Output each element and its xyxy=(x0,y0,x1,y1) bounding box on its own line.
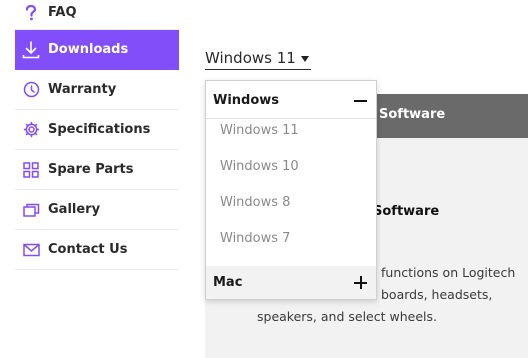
gallery-icon xyxy=(22,201,40,219)
panel-header-title: Software xyxy=(379,107,446,122)
sidebar-item-label: FAQ xyxy=(48,5,77,20)
sidebar-item-warranty[interactable]: Warranty xyxy=(15,70,179,110)
expand-icon xyxy=(354,276,367,289)
sidebar-item-label: Downloads xyxy=(48,42,129,57)
download-icon xyxy=(22,40,40,59)
group-mac[interactable]: Mac xyxy=(206,266,376,299)
sidebar-item-label: Specifications xyxy=(48,122,151,137)
option-windows-7[interactable]: Windows 7 xyxy=(220,231,290,246)
sidebar-item-label: Warranty xyxy=(48,82,117,97)
caret-down-icon xyxy=(300,56,309,62)
sidebar-item-downloads[interactable]: Downloads xyxy=(15,30,179,70)
group-windows-label: Windows xyxy=(213,93,280,108)
sidebar-item-spare-parts[interactable]: Spare Parts xyxy=(15,150,179,190)
sidebar-item-label: Gallery xyxy=(48,202,101,217)
os-version-value: Windows 11 xyxy=(205,49,296,67)
sidebar-nav: FAQ Downloads Warranty Specifications Sp… xyxy=(15,0,179,270)
group-mac-label: Mac xyxy=(213,275,243,290)
option-windows-8[interactable]: Windows 8 xyxy=(220,195,290,210)
sidebar-item-gallery[interactable]: Gallery xyxy=(15,190,179,230)
collapse-icon xyxy=(354,99,367,102)
option-windows-10[interactable]: Windows 10 xyxy=(220,159,299,174)
sidebar-item-label: Contact Us xyxy=(48,242,128,257)
os-version-select[interactable]: Windows 11 xyxy=(205,47,311,70)
os-dropdown-menu: Windows Windows 11 Windows 10 Windows 8 … xyxy=(205,80,377,300)
sidebar-item-label: Spare Parts xyxy=(48,162,134,177)
sidebar-item-faq[interactable]: FAQ xyxy=(15,0,179,30)
group-windows[interactable]: Windows xyxy=(206,83,376,119)
sidebar-item-specifications[interactable]: Specifications xyxy=(15,110,179,150)
question-icon xyxy=(22,4,40,22)
sidebar-item-contact-us[interactable]: Contact Us xyxy=(15,230,179,270)
mail-icon xyxy=(22,241,40,259)
grid-icon xyxy=(22,161,40,179)
software-title: Software xyxy=(373,204,440,219)
warranty-icon xyxy=(22,81,40,99)
gear-icon xyxy=(22,121,40,139)
description-line: speakers, and select wheels. xyxy=(257,309,437,324)
option-windows-11[interactable]: Windows 11 xyxy=(220,123,299,138)
